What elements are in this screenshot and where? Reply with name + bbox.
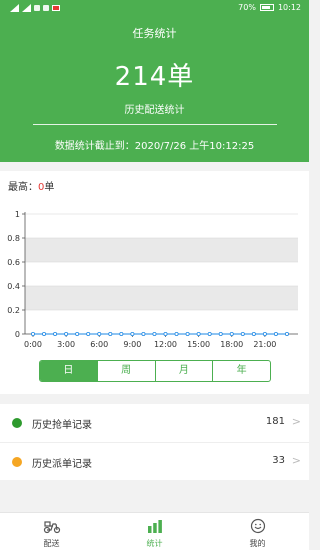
data-point	[284, 331, 289, 336]
period-month[interactable]: 月	[154, 361, 213, 381]
bar-chart-icon	[147, 520, 162, 533]
period-switch: 日 周 月 年	[39, 360, 271, 382]
tab-stats[interactable]: 统计	[103, 513, 206, 550]
y-tick-label: 0	[15, 330, 20, 339]
x-tick-label: 21:00	[253, 340, 276, 349]
green-dot-icon	[12, 418, 22, 428]
chevron-right-icon: >	[291, 454, 301, 467]
bottom-tab-bar: 配送 统计 我的	[0, 512, 309, 550]
data-point	[75, 331, 80, 336]
status-icons-left	[10, 4, 60, 12]
data-point	[141, 331, 146, 336]
stats-deadline: 数据统计截止到：2020/7/26 上午10:12:25	[54, 141, 255, 152]
x-tick-label: 0:00	[24, 340, 42, 349]
orange-dot-icon	[12, 457, 22, 467]
grab-order-record[interactable]: 历史抢单记录 181 >	[0, 404, 309, 442]
battery-icon	[259, 4, 274, 11]
x-tick-label: 6:00	[90, 340, 108, 349]
data-point	[163, 331, 168, 336]
tab-label: 统计	[146, 539, 163, 548]
period-year[interactable]: 年	[212, 361, 270, 381]
data-point	[42, 331, 47, 336]
data-point	[30, 331, 35, 336]
data-point	[97, 331, 102, 336]
record-label: 历史派单记录	[32, 459, 92, 470]
data-point	[119, 331, 124, 336]
period-day[interactable]: 日	[40, 361, 97, 381]
data-point	[86, 331, 91, 336]
data-point	[273, 331, 278, 336]
app-notification-icon	[52, 5, 60, 11]
signal-icon-2	[22, 4, 31, 12]
data-point	[64, 331, 69, 336]
status-icons-right: 70% 10:12	[238, 3, 301, 12]
battery-percent: 70%	[238, 3, 256, 12]
x-tick-label: 9:00	[123, 340, 141, 349]
data-point	[174, 331, 179, 336]
profile-icon	[250, 518, 265, 534]
data-point	[218, 331, 223, 336]
dispatch-order-record[interactable]: 历史派单记录 33 >	[0, 442, 309, 480]
tab-delivery[interactable]: 配送	[0, 513, 103, 550]
page-title: 任务统计	[132, 27, 177, 40]
tab-profile[interactable]: 我的	[206, 513, 309, 550]
data-point	[108, 331, 113, 336]
data-point	[130, 331, 135, 336]
y-tick-label: 1	[15, 210, 20, 219]
data-point	[262, 331, 267, 336]
record-count: 33	[272, 455, 285, 466]
total-orders: 214单	[114, 62, 195, 92]
header-divider	[33, 124, 277, 125]
clock: 10:12	[277, 3, 301, 12]
x-tick-label: 18:00	[220, 340, 243, 349]
scooter-icon	[43, 521, 60, 534]
chevron-right-icon: >	[291, 415, 301, 428]
data-point	[152, 331, 157, 336]
data-point	[229, 331, 234, 336]
signal-icon	[10, 4, 19, 12]
tab-label: 配送	[43, 539, 60, 548]
y-tick-label: 0.8	[7, 234, 20, 243]
notification-icon	[43, 5, 49, 11]
data-point	[251, 331, 256, 336]
history-subtitle: 历史配送统计	[124, 105, 185, 116]
tab-label: 我的	[249, 539, 266, 548]
record-label: 历史抢单记录	[32, 420, 92, 431]
x-tick-label: 12:00	[154, 340, 177, 349]
record-count: 181	[265, 416, 285, 427]
period-week[interactable]: 周	[96, 361, 155, 381]
data-point	[240, 331, 245, 336]
data-point	[196, 331, 201, 336]
wifi-icon	[34, 5, 40, 11]
grid-band	[25, 238, 298, 262]
stats-header: 70% 10:12 任务统计 214单 历史配送统计 数据统计截止到：2020/…	[0, 0, 309, 162]
data-point	[53, 331, 58, 336]
x-tick-label: 3:00	[57, 340, 75, 349]
data-point	[185, 331, 190, 336]
x-tick-label: 15:00	[187, 340, 210, 349]
y-tick-label: 0.2	[7, 306, 20, 315]
data-point	[207, 331, 212, 336]
y-tick-label: 0.6	[7, 258, 20, 267]
grid-band	[25, 286, 298, 310]
status-bar: 70% 10:12	[0, 0, 309, 18]
y-tick-label: 0.4	[7, 282, 20, 291]
